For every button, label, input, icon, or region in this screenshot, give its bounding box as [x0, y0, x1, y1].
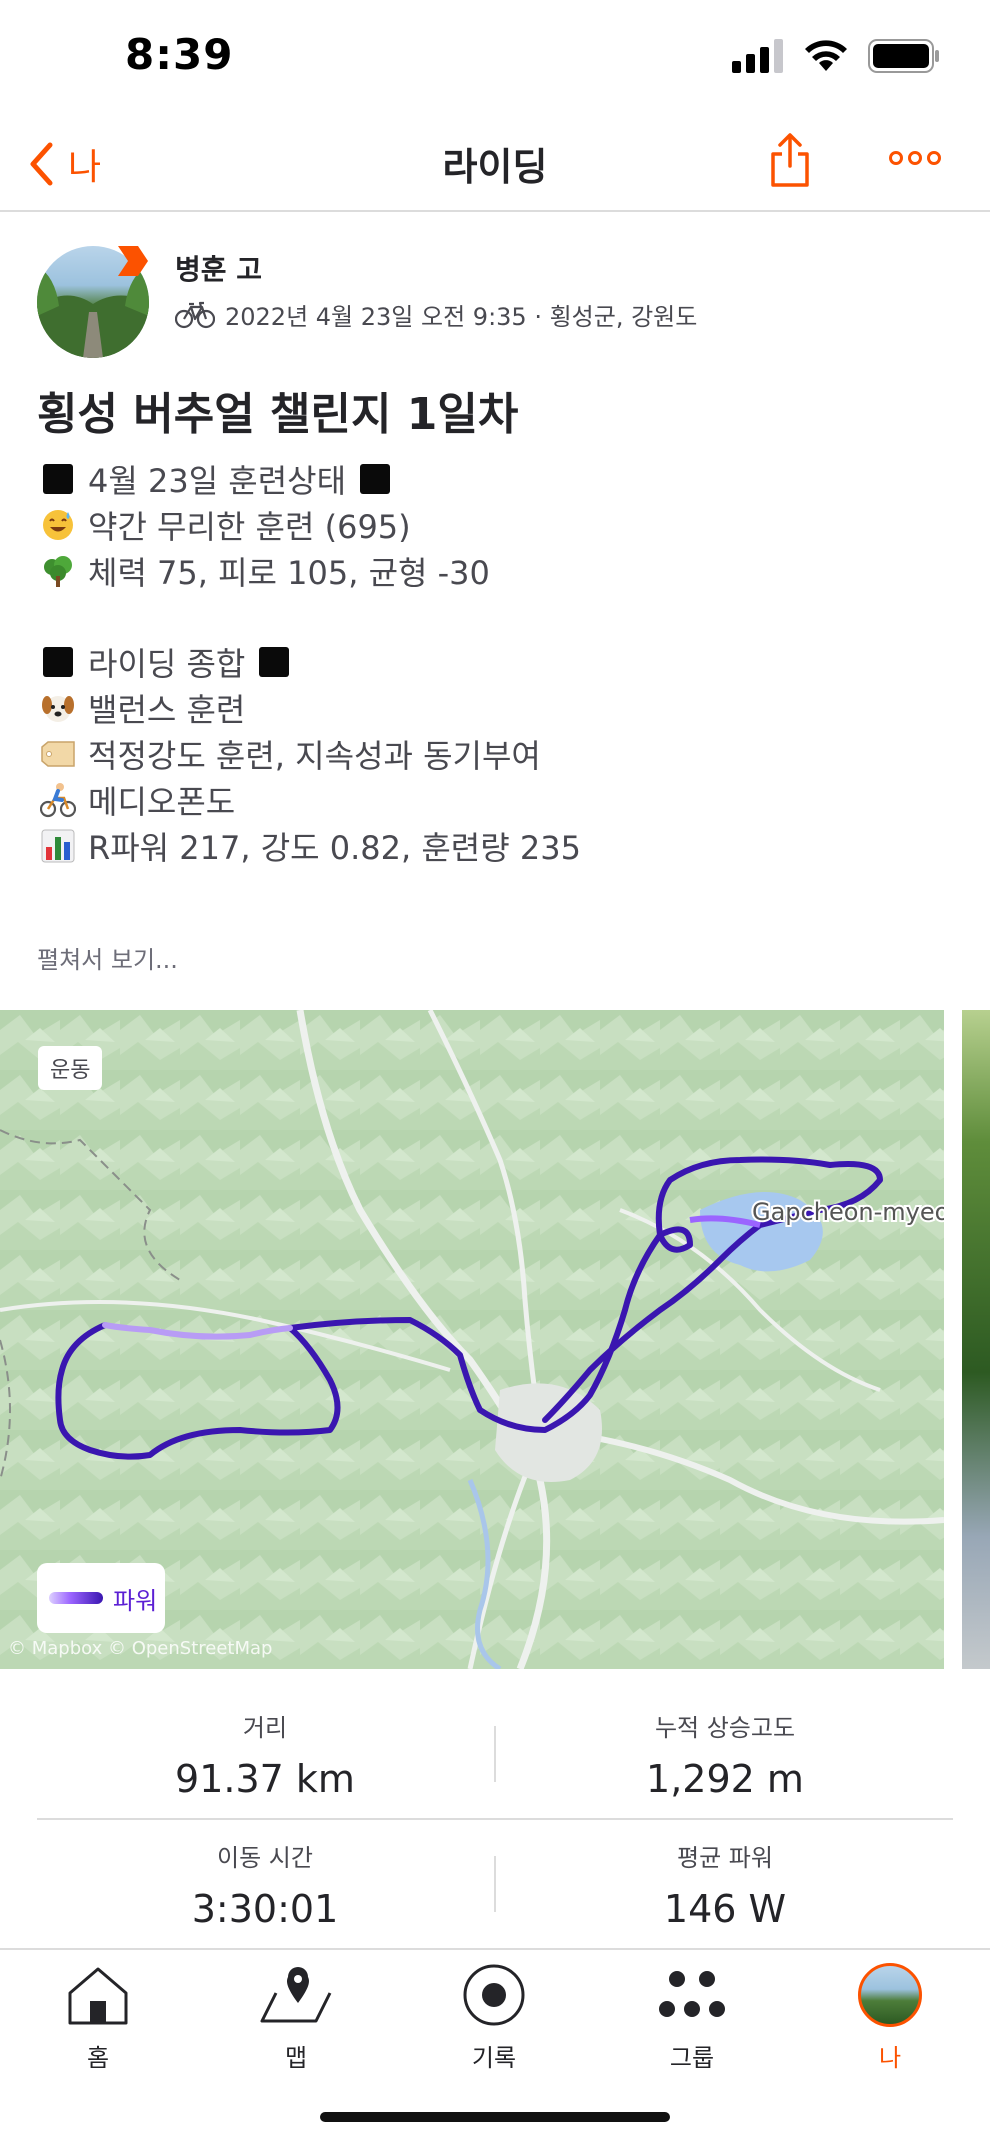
route-map[interactable]: Gapcheon-myeon 운동 파워 © Mapbox © OpenStre… — [0, 1010, 944, 1669]
description-line: 적정강도 훈련, 지속성과 동기부여 — [40, 731, 940, 777]
map-type-chip[interactable]: 운동 — [38, 1046, 103, 1090]
description-text: 적정강도 훈련, 지속성과 동기부여 — [88, 737, 541, 775]
stat-value: 3:30:01 — [191, 1887, 339, 1931]
stat-label: 누적 상승고도 — [654, 1714, 796, 1742]
description-text: 4월 23일 훈련상태 — [88, 462, 347, 500]
stats-row: 거리 91.37 km 누적 상승고도 1,292 m — [37, 1690, 953, 1820]
tab-label: 그룹 — [669, 2044, 715, 2072]
description-line: 4월 23일 훈련상태 — [40, 456, 940, 502]
tab-home[interactable]: 홈 — [38, 1960, 158, 2073]
description-text: 체력 75, 피로 105, 균형 -30 — [88, 554, 490, 592]
status-icons — [732, 38, 940, 74]
map-attribution: © Mapbox © OpenStreetMap — [8, 1638, 273, 1659]
stat-value: 146 W — [663, 1887, 787, 1931]
stats-row: 이동 시간 3:30:01 평균 파워 146 W — [37, 1820, 953, 1950]
page-title: 라이딩 — [442, 145, 548, 189]
description-line: 메디오폰도 — [40, 777, 940, 823]
battery-icon — [868, 39, 939, 73]
activity-photo-peek[interactable] — [962, 1010, 990, 1669]
tree-emoji-icon — [40, 553, 76, 589]
map-pin-icon — [260, 1967, 332, 2023]
black-square-icon — [40, 461, 76, 497]
legend-label: 파워 — [113, 1586, 158, 1615]
stat-label: 이동 시간 — [217, 1844, 313, 1872]
power-gradient-icon — [49, 1592, 103, 1604]
description-line: R파워 217, 강도 0.82, 훈련량 235 — [40, 823, 940, 869]
description-text: 밸런스 훈련 — [88, 691, 246, 729]
activity-meta-text: 2022년 4월 23일 오전 9:35 · 횡성군, 강원도 — [225, 303, 698, 331]
stat-moving-time: 이동 시간 3:30:01 — [37, 1838, 493, 1931]
black-square-icon — [40, 644, 76, 680]
tab-label: 기록 — [471, 2044, 517, 2072]
subscriber-badge-icon — [118, 246, 148, 276]
black-square-icon — [259, 647, 290, 677]
nav-header: 나 라이딩 — [0, 118, 990, 212]
description-line: 약간 무리한 훈련 (695) — [40, 502, 940, 548]
cellular-signal-icon — [732, 39, 783, 73]
bike-icon — [175, 301, 215, 328]
tab-label: 홈 — [86, 2044, 110, 2072]
expand-description-link[interactable]: 펼쳐서 보기... — [37, 940, 178, 975]
profile-avatar — [858, 1963, 922, 2027]
tab-you[interactable]: 나 — [830, 1960, 950, 2073]
more-options-button[interactable] — [888, 148, 942, 172]
description-line: 밸런스 훈련 — [40, 685, 940, 731]
record-icon — [463, 1964, 525, 2026]
cyclist-emoji-icon — [40, 782, 76, 818]
activity-stats: 거리 91.37 km 누적 상승고도 1,292 m 이동 시간 3:30:0… — [37, 1690, 953, 1950]
athlete-name[interactable]: 병훈 고 — [175, 248, 262, 288]
status-time: 8:39 — [125, 30, 234, 79]
description-line: 체력 75, 피로 105, 균형 -30 — [40, 548, 940, 594]
wifi-icon — [805, 40, 847, 71]
tab-label: 맵 — [284, 2044, 308, 2072]
tab-groups[interactable]: 그룹 — [632, 1960, 752, 2073]
stat-value: 1,292 m — [646, 1757, 804, 1801]
share-icon — [771, 133, 809, 187]
activity-title: 횡성 버추얼 챌린지 1일차 — [37, 389, 519, 440]
stat-avg-power: 평균 파워 146 W — [497, 1838, 953, 1931]
stat-distance: 거리 91.37 km — [37, 1708, 493, 1801]
place-label: Gapcheon-myeon — [752, 1198, 944, 1226]
power-legend[interactable]: 파워 — [37, 1563, 165, 1633]
sweat-smile-emoji-icon — [40, 507, 76, 543]
activity-meta: 2022년 4월 23일 오전 9:35 · 횡성군, 강원도 — [175, 297, 697, 332]
activity-description: 4월 23일 훈련상태 약간 무리한 훈련 (695) 체력 75, 피로 10… — [40, 456, 940, 869]
description-text: 메디오폰도 — [88, 783, 236, 821]
stat-value: 91.37 km — [175, 1757, 355, 1801]
stat-label: 거리 — [242, 1714, 288, 1742]
description-line: 라이딩 종합 — [40, 639, 940, 685]
description-text: 약간 무리한 훈련 (695) — [88, 508, 411, 546]
bar-chart-emoji-icon — [40, 828, 76, 864]
tab-label: 나 — [878, 2044, 902, 2072]
tab-record[interactable]: 기록 — [434, 1960, 554, 2073]
stat-label: 평균 파워 — [677, 1844, 773, 1872]
groups-icon — [659, 1971, 725, 2017]
tag-emoji-icon — [40, 736, 76, 772]
share-button[interactable] — [770, 132, 810, 192]
home-indicator — [320, 2112, 670, 2122]
status-bar: 8:39 — [0, 0, 990, 118]
description-text: R파워 217, 강도 0.82, 훈련량 235 — [88, 829, 581, 867]
stat-elevation: 누적 상승고도 1,292 m — [497, 1708, 953, 1801]
black-square-icon — [360, 464, 391, 494]
more-dots-icon — [889, 151, 941, 165]
tab-maps[interactable]: 맵 — [236, 1960, 356, 2073]
home-icon — [68, 1967, 128, 2025]
dog-emoji-icon — [40, 690, 76, 726]
description-text: 라이딩 종합 — [88, 645, 246, 683]
